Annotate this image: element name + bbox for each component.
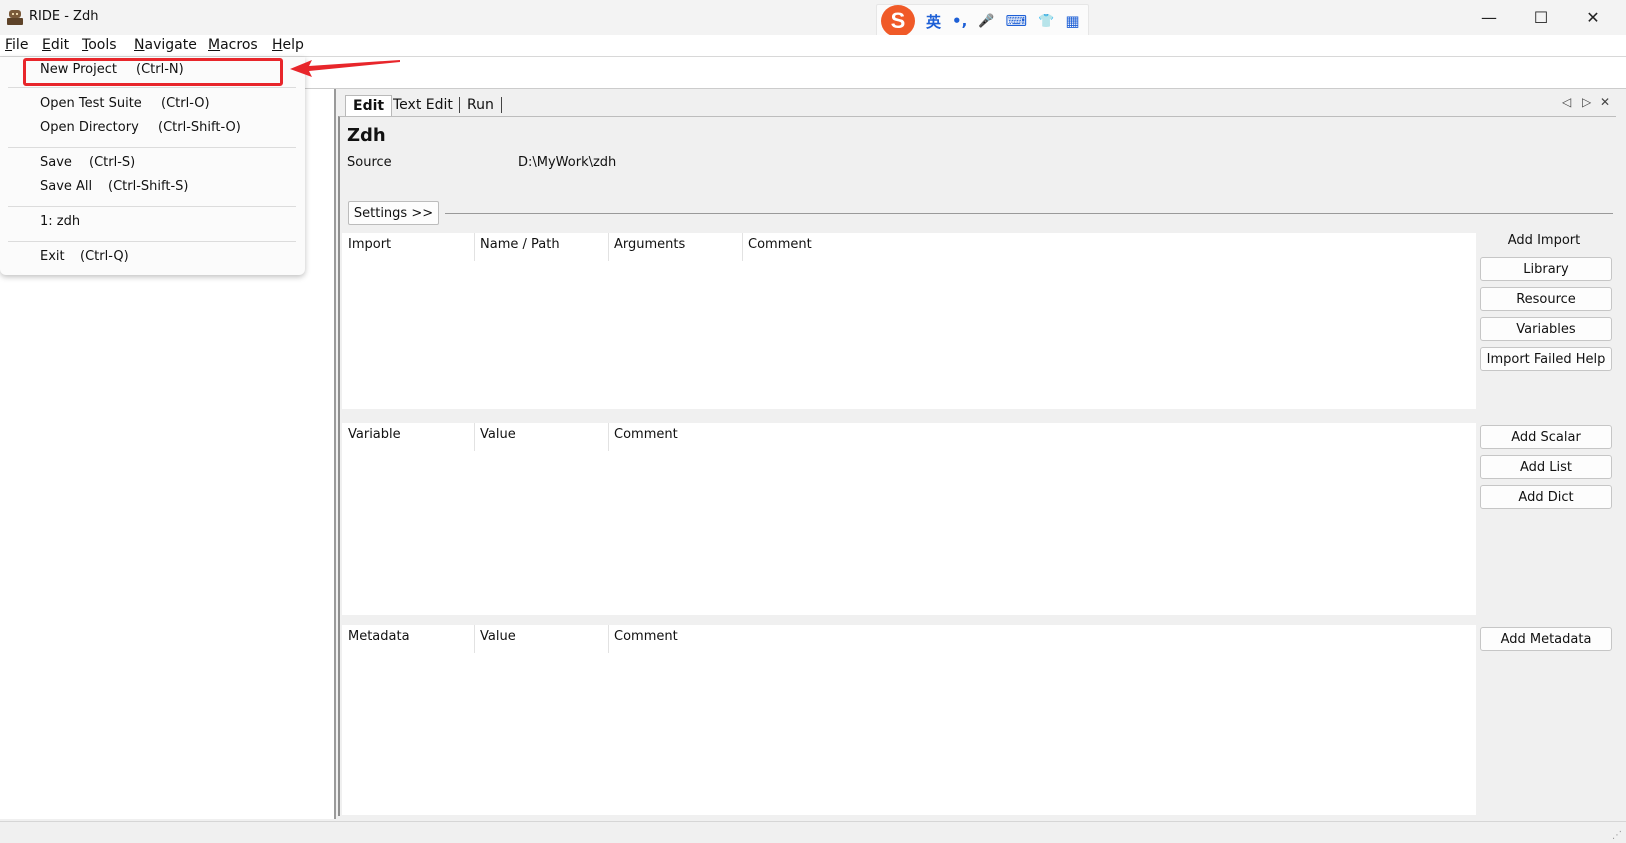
column-divider [474, 233, 475, 261]
menu-separator [8, 241, 296, 242]
keyboard-icon[interactable]: ⌨ [1006, 12, 1028, 30]
menu-edit[interactable]: Edit [42, 37, 69, 53]
column-divider [608, 625, 609, 653]
microphone-icon[interactable]: 🎤 [978, 14, 994, 29]
ime-toolbar[interactable]: S 英 •, 🎤 ⌨ 👕 ▦ [876, 4, 1089, 38]
menu-item-label: Open Test Suite [40, 96, 142, 111]
apps-grid-icon[interactable]: ▦ [1065, 12, 1079, 30]
menu-file[interactable]: File [5, 37, 28, 53]
skin-icon[interactable]: 👕 [1038, 14, 1054, 29]
menu-item-shortcut: (Ctrl-O) [161, 96, 210, 111]
tab-close-icon[interactable]: ✕ [1600, 95, 1610, 109]
ride-robot-icon [7, 10, 23, 25]
menu-item-recent-zdh[interactable]: 1: zdh [40, 214, 80, 229]
import-header-import: Import [348, 237, 392, 252]
suite-name: Zdh [347, 125, 386, 146]
resize-grip-icon[interactable]: ⋰ [1612, 830, 1622, 841]
column-divider [742, 233, 743, 261]
add-metadata-button[interactable]: Add Metadata [1480, 627, 1612, 651]
close-window-button[interactable]: ✕ [1567, 0, 1619, 35]
ime-punctuation-toggle[interactable]: •, [952, 12, 967, 30]
tab-prev-icon[interactable]: ◁ [1562, 95, 1571, 109]
add-variables-button[interactable]: Variables [1480, 317, 1612, 341]
menu-bar: File Edit Tools Navigate Macros Help [0, 35, 1626, 57]
column-divider [474, 625, 475, 653]
menu-macros[interactable]: Macros [208, 37, 258, 53]
variable-header-variable: Variable [348, 427, 401, 442]
add-library-button[interactable]: Library [1480, 257, 1612, 281]
column-divider [608, 233, 609, 261]
add-import-title: Add Import [1507, 233, 1581, 248]
menu-item-open-test-suite[interactable]: Open Test Suite (Ctrl-O) [40, 96, 210, 111]
status-bar: ⋰ [0, 821, 1626, 843]
suite-editor: Zdh Source D:\MyWork\zdh Settings >> Imp… [338, 116, 1616, 816]
annotation-highlight-box [23, 58, 283, 86]
column-divider [474, 423, 475, 451]
column-divider [608, 423, 609, 451]
settings-divider [445, 213, 1613, 214]
menu-item-label: Save All [40, 179, 93, 194]
menu-item-label: 1: zdh [40, 214, 81, 229]
menu-help[interactable]: Help [272, 37, 304, 53]
add-list-button[interactable]: Add List [1480, 455, 1612, 479]
tab-text-edit[interactable]: Text Edit [386, 95, 460, 116]
metadata-header-comment: Comment [614, 629, 678, 644]
variable-table[interactable]: Variable Value Comment [342, 423, 1476, 615]
add-dict-button[interactable]: Add Dict [1480, 485, 1612, 509]
sogou-logo-icon[interactable]: S [881, 5, 915, 37]
import-header-name-path: Name / Path [480, 237, 560, 252]
window-title: RIDE - Zdh [29, 9, 99, 24]
menu-item-label: Save [40, 155, 72, 170]
menu-tools[interactable]: Tools [82, 37, 117, 53]
import-header-arguments: Arguments [614, 237, 686, 252]
metadata-header-value: Value [480, 629, 516, 644]
tab-next-icon[interactable]: ▷ [1582, 95, 1591, 109]
metadata-table[interactable]: Metadata Value Comment [342, 625, 1476, 815]
maximize-button[interactable]: ☐ [1515, 0, 1567, 35]
menu-separator [8, 87, 296, 88]
menu-navigate[interactable]: Navigate [134, 37, 197, 53]
file-menu-dropdown: New Project (Ctrl-N) Open Test Suite (Ct… [0, 57, 305, 275]
settings-toggle-button[interactable]: Settings >> [348, 201, 439, 225]
tab-separator [501, 97, 502, 113]
title-bar: RIDE - Zdh S 英 •, 🎤 ⌨ 👕 ▦ — ☐ ✕ [0, 0, 1626, 38]
variable-header-comment: Comment [614, 427, 678, 442]
import-table[interactable]: Import Name / Path Arguments Comment [342, 233, 1476, 409]
source-label: Source [347, 155, 392, 170]
menu-separator [8, 206, 296, 207]
menu-item-shortcut: (Ctrl-S) [89, 155, 136, 170]
ime-language-toggle[interactable]: 英 [926, 11, 941, 32]
editor-tab-bar: Edit Text Edit Run ◁ ▷ ✕ [340, 89, 1626, 116]
menu-item-open-directory[interactable]: Open Directory (Ctrl-Shift-O) [40, 120, 241, 135]
import-failed-help-button[interactable]: Import Failed Help [1480, 347, 1612, 371]
menu-item-exit[interactable]: Exit (Ctrl-Q) [40, 249, 129, 264]
menu-item-save[interactable]: Save (Ctrl-S) [40, 155, 135, 170]
menu-item-save-all[interactable]: Save All (Ctrl-Shift-S) [40, 179, 188, 194]
menu-item-shortcut: (Ctrl-Shift-O) [158, 120, 241, 135]
menu-item-shortcut: (Ctrl-Q) [80, 249, 129, 264]
menu-item-label: Open Directory [40, 120, 139, 135]
minimize-button[interactable]: — [1463, 0, 1515, 35]
menu-item-label: Exit [40, 249, 65, 264]
menu-item-shortcut: (Ctrl-Shift-S) [108, 179, 189, 194]
metadata-header-metadata: Metadata [348, 629, 410, 644]
annotation-arrow-icon [290, 60, 400, 77]
add-resource-button[interactable]: Resource [1480, 287, 1612, 311]
variable-header-value: Value [480, 427, 516, 442]
add-scalar-button[interactable]: Add Scalar [1480, 425, 1612, 449]
import-header-comment: Comment [748, 237, 812, 252]
tab-run[interactable]: Run [460, 95, 501, 116]
source-path: D:\MyWork\zdh [518, 155, 617, 170]
menu-separator [8, 147, 296, 148]
